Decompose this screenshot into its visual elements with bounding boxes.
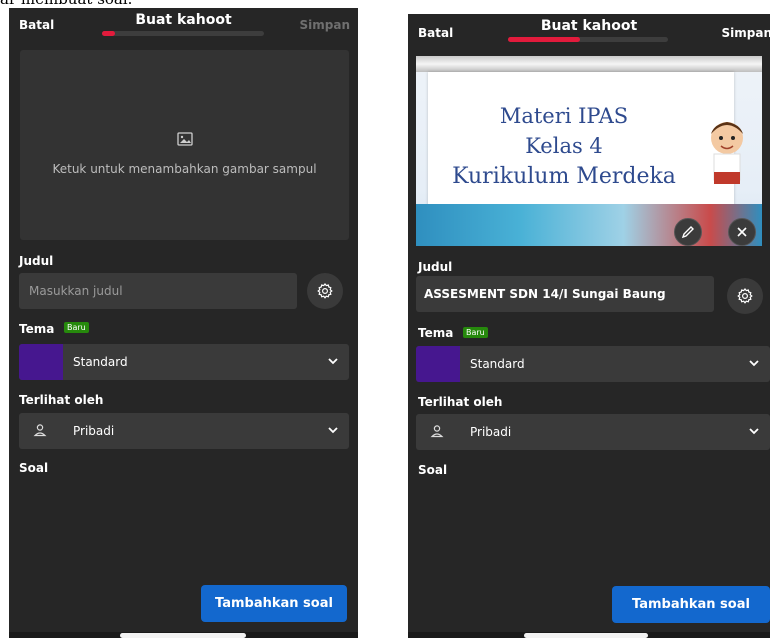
visibility-value: Pribadi — [470, 425, 512, 439]
cover-text-line: Materi IPAS — [499, 104, 629, 128]
add-question-button[interactable]: Tambahkan soal — [612, 586, 770, 623]
chevron-down-icon — [749, 360, 759, 367]
progress-bar — [102, 31, 264, 36]
theme-value: Standard — [73, 355, 128, 369]
visibility-value: Pribadi — [73, 424, 115, 438]
home-indicator-bar — [9, 632, 358, 638]
chevron-down-icon — [328, 427, 338, 434]
theme-value: Standard — [470, 357, 525, 371]
add-question-button[interactable]: Tambahkan soal — [201, 585, 347, 622]
visibility-label: Terlihat oleh — [19, 393, 104, 407]
visibility-dropdown[interactable]: Pribadi — [19, 413, 349, 449]
theme-dropdown[interactable]: Standard — [416, 346, 770, 382]
visibility-label: Terlihat oleh — [418, 395, 503, 409]
cover-image-upload[interactable]: Ketuk untuk menambahkan gambar sampul — [20, 50, 349, 240]
theme-swatch — [19, 344, 63, 380]
phone-screen-empty: Batal Buat kahoot Simpan Ketuk untuk men… — [9, 8, 358, 638]
theme-swatch — [416, 346, 460, 382]
progress-fill — [508, 37, 580, 42]
save-button[interactable]: Simpan — [300, 18, 351, 32]
phone-screen-filled: Batal Buat kahoot Simpan Materi IPAS Kel… — [408, 14, 770, 638]
person-icon — [33, 424, 47, 437]
gear-icon — [317, 283, 333, 299]
title-value: ASSESMENT SDN 14/I Sungai Baung — [424, 287, 666, 301]
poster-roller — [416, 56, 762, 72]
pencil-icon — [681, 226, 694, 239]
new-badge: Baru — [64, 322, 89, 333]
top-bar: Batal Buat kahoot Simpan — [408, 14, 770, 50]
title-input[interactable]: ASSESMENT SDN 14/I Sungai Baung — [416, 276, 714, 312]
top-bar: Batal Buat kahoot Simpan — [9, 8, 358, 44]
title-label: Judul — [418, 260, 453, 274]
cover-text-line: Kelas 4 — [525, 134, 603, 158]
title-input[interactable]: Masukkan judul — [19, 273, 297, 309]
chevron-down-icon — [749, 428, 759, 435]
person-icon — [430, 425, 444, 438]
home-indicator — [524, 633, 648, 638]
chevron-down-icon — [328, 358, 338, 365]
title-placeholder: Masukkan judul — [29, 284, 123, 298]
theme-label: Tema — [418, 326, 454, 340]
page-title: Buat kahoot — [540, 18, 638, 34]
home-indicator-bar — [408, 632, 770, 638]
theme-label: Tema — [19, 322, 55, 336]
student-illustration — [711, 122, 743, 184]
questions-label: Soal — [19, 461, 49, 475]
cover-scene — [416, 204, 762, 246]
image-icon — [177, 132, 193, 146]
progress-bar — [508, 37, 668, 42]
settings-button[interactable] — [727, 278, 763, 314]
remove-cover-button[interactable] — [728, 218, 756, 246]
gear-icon — [737, 288, 753, 304]
cover-image[interactable]: Materi IPAS Kelas 4 Kurikulum Merdeka — [416, 56, 762, 246]
progress-fill — [102, 31, 115, 36]
questions-label: Soal — [418, 463, 448, 477]
home-indicator — [120, 633, 246, 638]
cover-upload-hint: Ketuk untuk menambahkan gambar sampul — [52, 162, 317, 176]
title-label: Judul — [19, 254, 54, 268]
close-icon — [737, 227, 747, 237]
save-button[interactable]: Simpan — [722, 26, 770, 40]
edit-cover-button[interactable] — [674, 218, 702, 246]
cover-text-line: Kurikulum Merdeka — [452, 164, 676, 189]
new-badge: Baru — [463, 327, 488, 338]
settings-button[interactable] — [307, 273, 343, 309]
visibility-dropdown[interactable]: Pribadi — [416, 414, 770, 450]
theme-dropdown[interactable]: Standard — [19, 344, 349, 380]
